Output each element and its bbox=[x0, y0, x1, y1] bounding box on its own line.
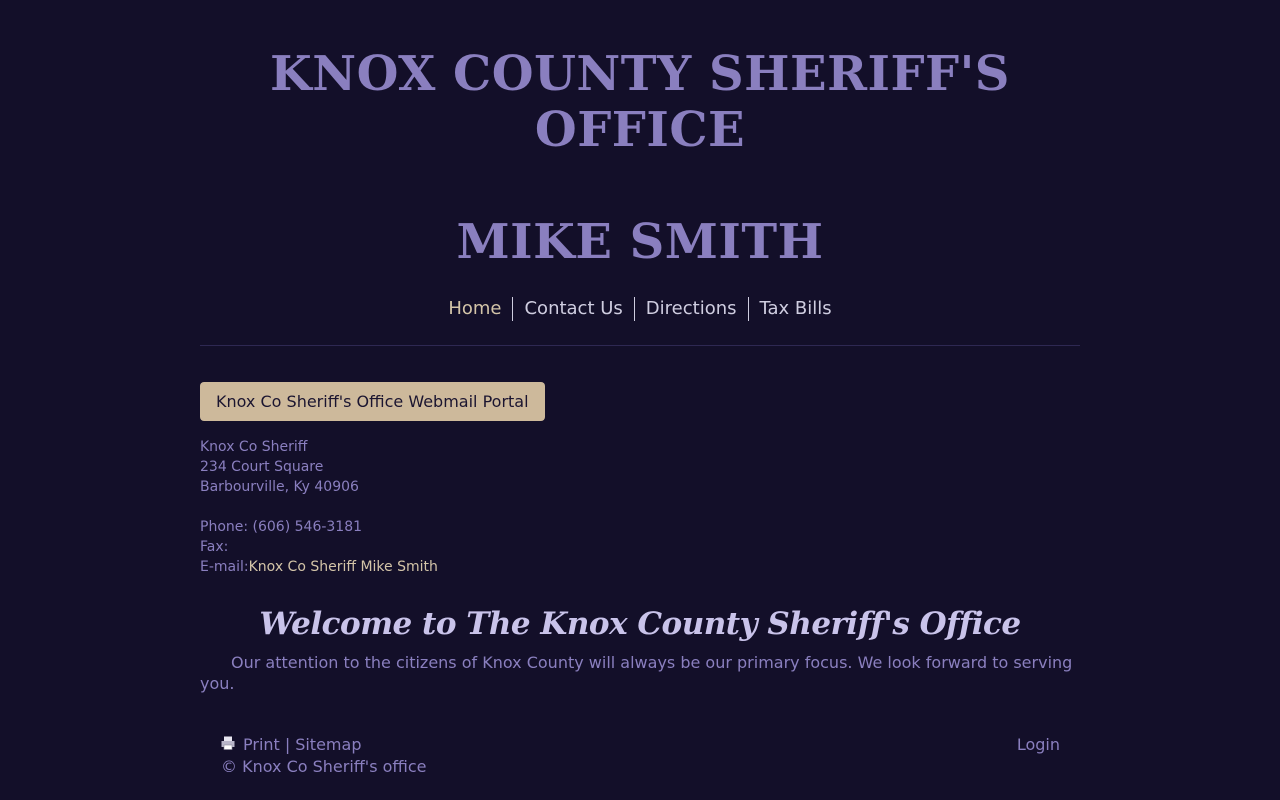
contact-street: 234 Court Square bbox=[200, 459, 324, 475]
webmail-portal-button[interactable]: Knox Co Sheriff's Office Webmail Portal bbox=[200, 382, 545, 421]
nav-tax-bills[interactable]: Tax Bills bbox=[747, 297, 843, 321]
print-link[interactable]: Print bbox=[243, 734, 280, 756]
footer-separator: | bbox=[284, 735, 291, 754]
contact-email-row: E-mail:Knox Co Sheriff Mike Smith bbox=[200, 557, 438, 577]
main-nav: Home Contact Us Directions Tax Bills bbox=[200, 297, 1080, 321]
nav-home[interactable]: Home bbox=[437, 297, 512, 321]
contact-phone: Phone: (606) 546-3181 bbox=[200, 519, 363, 535]
site-title: KNOX COUNTY SHERIFF'S OFFICE bbox=[270, 46, 1010, 158]
welcome-heading: Welcome to The Knox County Sheriff's Off… bbox=[259, 606, 1021, 642]
login-link[interactable]: Login bbox=[1017, 734, 1060, 756]
page: KNOX COUNTY SHERIFF'S OFFICE MIKE SMITH … bbox=[0, 0, 1280, 800]
sitemap-link[interactable]: Sitemap bbox=[295, 734, 361, 756]
footer-links: Print | Sitemap bbox=[221, 734, 361, 756]
nav-directions[interactable]: Directions bbox=[633, 297, 748, 321]
contact-spacer bbox=[200, 497, 438, 517]
email-link[interactable]: Knox Co Sheriff Mike Smith bbox=[249, 559, 438, 575]
contact-fax: Fax: bbox=[200, 539, 229, 555]
header-divider bbox=[200, 345, 1080, 346]
contact-name: Knox Co Sheriff bbox=[200, 439, 308, 455]
contact-city: Barbourville, Ky 40906 bbox=[200, 479, 359, 495]
copyright: © Knox Co Sheriff's office bbox=[221, 757, 427, 776]
contact-info: Knox Co Sheriff 234 Court Square Barbour… bbox=[200, 437, 438, 577]
sheriff-name: MIKE SMITH bbox=[456, 214, 824, 270]
nav-contact-us[interactable]: Contact Us bbox=[512, 297, 633, 321]
welcome-text: Our attention to the citizens of Knox Co… bbox=[200, 653, 1073, 693]
email-label: E-mail: bbox=[200, 559, 249, 575]
printer-icon[interactable] bbox=[221, 736, 235, 750]
